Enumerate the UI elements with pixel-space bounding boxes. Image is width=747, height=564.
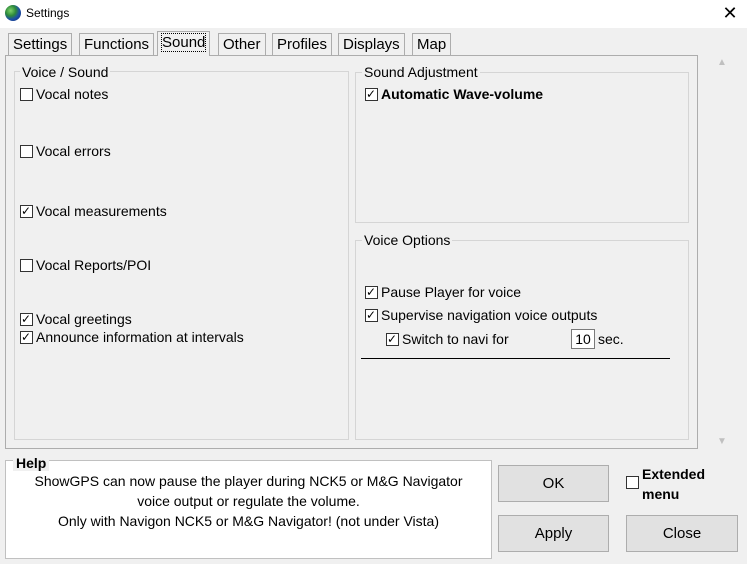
extended-menu-label-line1: Extended [642, 466, 706, 482]
vocal-errors-label: Vocal errors [36, 143, 111, 159]
extended-menu-label: Extended menu [642, 464, 705, 504]
scroll-down-icon[interactable]: ▼ [704, 434, 740, 449]
vocal-greetings-label: Vocal greetings [36, 311, 132, 327]
vocal-errors-checkbox[interactable] [20, 145, 33, 158]
tab-displays[interactable]: Displays [338, 33, 405, 55]
tab-functions[interactable]: Functions [79, 33, 155, 55]
apply-button[interactable]: Apply [498, 515, 609, 552]
automatic-wave-volume-checkbox[interactable] [365, 86, 378, 102]
divider [361, 358, 670, 359]
pause-player-label: Pause Player for voice [381, 284, 522, 300]
pause-player-checkbox[interactable] [365, 284, 378, 300]
tab-settings[interactable]: Settings [8, 33, 73, 55]
help-text: ShowGPS can now pause the player during … [6, 471, 491, 531]
vocal-reports-poi-label: Vocal Reports/POI [36, 257, 152, 273]
tab-map[interactable]: Map [412, 33, 452, 55]
close-icon[interactable]: ✕ [716, 1, 744, 25]
switch-to-navi-checkbox[interactable] [386, 331, 399, 347]
tab-label: Profiles [277, 36, 328, 53]
help-line: Only with Navigon NCK5 or M&G Navigator!… [57, 513, 439, 529]
voice-options-title: Voice Options [362, 232, 453, 248]
vocal-reports-poi-checkbox[interactable] [20, 259, 33, 272]
tab-label: Other [223, 36, 261, 53]
extended-menu-label-line2: menu [642, 486, 680, 502]
announce-intervals-checkbox[interactable] [20, 329, 33, 345]
automatic-wave-volume-label: Automatic Wave-volume [381, 86, 544, 102]
tab-sound[interactable]: Sound [157, 31, 211, 56]
vocal-measurements-checkbox[interactable] [20, 203, 33, 219]
close-button[interactable]: Close [626, 515, 738, 552]
voice-sound-title: Voice / Sound [20, 64, 111, 80]
switch-to-navi-label: Switch to navi for [402, 331, 509, 347]
tab-label: Displays [343, 36, 400, 53]
help-line: ShowGPS can now pause the player during … [34, 473, 463, 489]
tab-label: Settings [13, 36, 68, 53]
voice-sound-group [14, 71, 349, 440]
tab-label: Functions [84, 36, 150, 53]
tab-label: Sound [160, 33, 207, 52]
seconds-input[interactable]: 10 [571, 329, 595, 349]
supervise-navigation-checkbox[interactable] [365, 307, 378, 323]
sound-adjustment-title: Sound Adjustment [362, 64, 480, 80]
window-title: Settings [26, 6, 70, 20]
tab-other[interactable]: Other [218, 33, 266, 55]
vocal-notes-checkbox[interactable] [20, 88, 33, 101]
supervise-navigation-label: Supervise navigation voice outputs [381, 307, 598, 323]
title-bar [0, 0, 747, 28]
tab-profiles[interactable]: Profiles [272, 33, 333, 55]
vocal-measurements-label: Vocal measurements [36, 203, 167, 219]
tab-label: Map [417, 36, 447, 53]
globe-icon [5, 5, 21, 21]
seconds-unit-label: sec. [598, 331, 624, 347]
vocal-notes-label: Vocal notes [36, 86, 109, 102]
help-title: Help [13, 455, 50, 471]
help-line: voice output or regulate the volume. [137, 493, 360, 509]
scroll-up-icon[interactable]: ▲ [704, 55, 740, 70]
extended-menu-checkbox[interactable] [626, 476, 639, 489]
ok-button[interactable]: OK [498, 465, 609, 502]
announce-intervals-label: Announce information at intervals [36, 329, 244, 345]
vocal-greetings-checkbox[interactable] [20, 311, 33, 327]
